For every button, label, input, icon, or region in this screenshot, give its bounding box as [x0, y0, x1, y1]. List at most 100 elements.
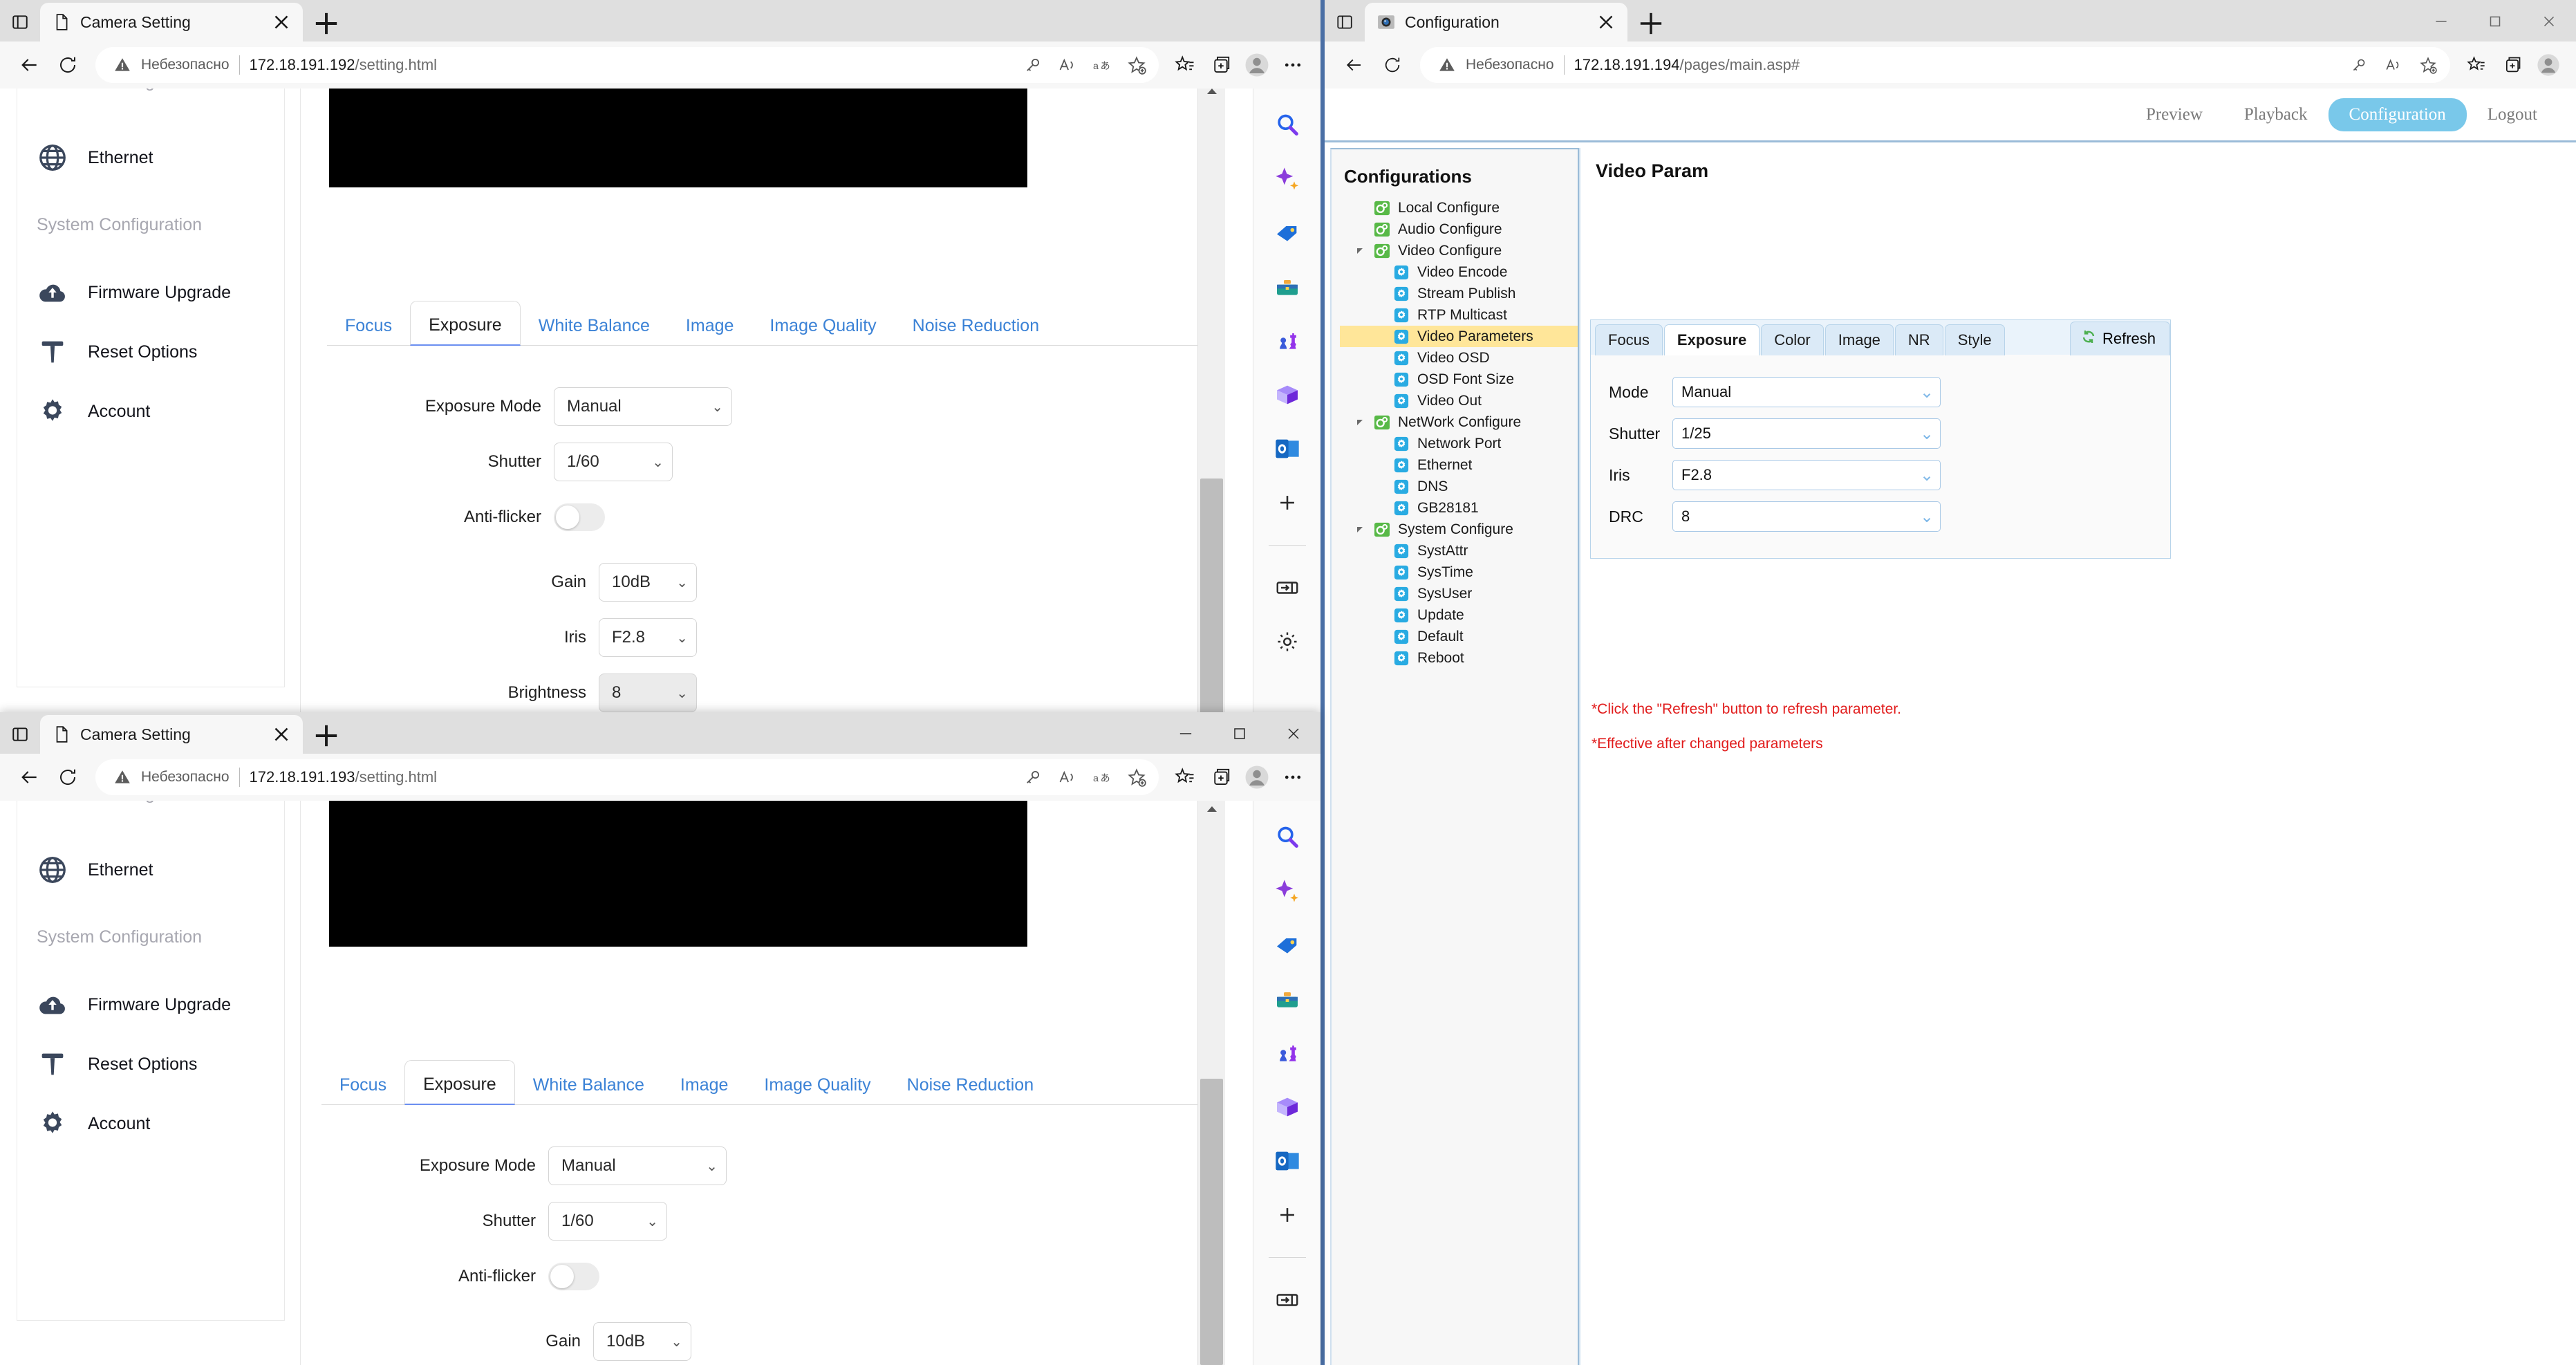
tree-item-local-configure[interactable]: Local Configure [1340, 197, 1578, 219]
sidebar-item-reset-options[interactable]: Reset Options [37, 322, 284, 382]
shopping-tag-icon[interactable] [1269, 214, 1306, 252]
sidebar-item-ethernet[interactable]: Ethernet [37, 128, 284, 187]
brightness-select[interactable]: 8 ⌄ [599, 674, 697, 712]
password-key-icon[interactable] [2344, 50, 2374, 80]
sidebar-item-reset-options[interactable]: Reset Options [37, 1034, 284, 1094]
tools-icon[interactable] [1269, 268, 1306, 306]
tree-item-audio-configure[interactable]: Audio Configure [1340, 219, 1578, 240]
new-tab-icon[interactable] [308, 718, 344, 754]
copilot-icon[interactable] [1269, 160, 1306, 198]
param-tab-style[interactable]: Style [1944, 324, 2005, 355]
param-tab-exposure[interactable]: Exposure [1663, 324, 1760, 355]
tab-noise-reduction[interactable]: Noise Reduction [889, 1066, 1052, 1105]
expand-collapse-icon[interactable] [1355, 247, 1366, 255]
add-sidebar-app-icon[interactable] [1269, 484, 1306, 521]
tree-item-dns[interactable]: DNS [1340, 476, 1578, 497]
tree-item-video-encode[interactable]: Video Encode [1340, 261, 1578, 283]
outlook-icon[interactable] [1269, 430, 1306, 467]
more-options-icon[interactable] [1276, 48, 1309, 82]
search-icon[interactable] [1269, 819, 1306, 856]
nav-logout[interactable]: Logout [2467, 98, 2558, 131]
translate-icon[interactable]: aあ [1087, 50, 1117, 80]
param-tab-color[interactable]: Color [1761, 324, 1824, 355]
minimize-icon[interactable] [2414, 1, 2468, 41]
games-icon[interactable] [1269, 322, 1306, 360]
refresh-icon[interactable] [1374, 47, 1410, 83]
shopping-tag-icon[interactable] [1269, 927, 1306, 964]
expand-collapse-icon[interactable] [1355, 526, 1366, 534]
scrollbar-thumb[interactable] [1200, 1079, 1223, 1365]
translate-icon[interactable]: aあ [1087, 762, 1117, 792]
tab-camera-setting[interactable]: Camera Setting [40, 715, 303, 754]
avatar[interactable] [2532, 48, 2565, 82]
tab-white-balance[interactable]: White Balance [521, 306, 668, 346]
browser-window-configuration[interactable]: Configuration Небезопасно 172.18.191.194… [1320, 0, 2576, 1365]
sidebar-toggle-icon[interactable] [1269, 569, 1306, 606]
collections-icon[interactable] [2460, 48, 2493, 82]
password-key-icon[interactable] [1018, 50, 1048, 80]
split-screen-icon[interactable] [1204, 761, 1238, 794]
sidebar-item-firmware-upgrade[interactable]: Firmware Upgrade [37, 975, 284, 1034]
sidebar-item-account[interactable]: Account [37, 382, 284, 441]
tree-item-network-configure[interactable]: NetWork Configure [1340, 411, 1578, 433]
tab-configuration[interactable]: Configuration [1365, 3, 1627, 41]
office-icon[interactable] [1269, 376, 1306, 414]
avatar[interactable] [1240, 48, 1273, 82]
page-scrollbar-window1[interactable] [1197, 89, 1225, 732]
add-favorite-icon[interactable] [2413, 50, 2443, 80]
param-select-shutter[interactable]: 1/25 ⌄ [1672, 418, 1941, 449]
tree-item-osd-font-size[interactable]: OSD Font Size [1340, 369, 1578, 390]
param-tab-nr[interactable]: NR [1894, 324, 1943, 355]
antiflicker-toggle[interactable] [554, 503, 605, 531]
tree-item-systime[interactable]: SysTime [1340, 561, 1578, 583]
close-window-icon[interactable] [1267, 714, 1320, 754]
split-screen-icon[interactable] [2496, 48, 2529, 82]
sidebar-settings-icon[interactable] [1269, 623, 1306, 660]
close-icon[interactable] [270, 10, 293, 34]
tab-actions-icon[interactable] [1325, 3, 1365, 41]
sidebar-toggle-icon[interactable] [1269, 1281, 1306, 1319]
close-icon[interactable] [1594, 10, 1618, 34]
avatar[interactable] [1240, 761, 1273, 794]
maximize-icon[interactable] [2468, 1, 2522, 41]
gain-select[interactable]: 10dB ⌄ [599, 563, 697, 602]
param-select-iris[interactable]: F2.8 ⌄ [1672, 460, 1941, 490]
tab-focus[interactable]: Focus [321, 1066, 404, 1105]
url-input[interactable]: Небезопасно 172.18.191.192/setting.html … [95, 47, 1159, 83]
collections-icon[interactable] [1168, 48, 1202, 82]
back-icon[interactable] [11, 759, 47, 795]
tree-item-update[interactable]: Update [1340, 604, 1578, 626]
maximize-icon[interactable] [1213, 714, 1267, 754]
gain-select[interactable]: 10dB ⌄ [593, 1322, 691, 1361]
sidebar-item-account[interactable]: Account [37, 1094, 284, 1153]
tree-item-systattr[interactable]: SystAttr [1340, 540, 1578, 561]
office-icon[interactable] [1269, 1088, 1306, 1126]
refresh-icon[interactable] [50, 759, 86, 795]
tab-noise-reduction[interactable]: Noise Reduction [895, 306, 1057, 346]
close-icon[interactable] [270, 723, 293, 746]
exposure-mode-select[interactable]: Manual ⌄ [548, 1146, 727, 1185]
add-favorite-icon[interactable] [1121, 50, 1152, 80]
tab-actions-icon[interactable] [0, 715, 40, 754]
tree-item-video-out[interactable]: Video Out [1340, 390, 1578, 411]
browser-window-camera-192[interactable]: Camera Setting Небезопасно 172.18.191.19… [0, 0, 1320, 732]
back-icon[interactable] [1336, 47, 1372, 83]
add-favorite-icon[interactable] [1121, 762, 1152, 792]
tab-exposure[interactable]: Exposure [410, 301, 521, 346]
param-select-drc[interactable]: 8 ⌄ [1672, 501, 1941, 532]
back-icon[interactable] [11, 47, 47, 83]
password-key-icon[interactable] [1018, 762, 1048, 792]
search-icon[interactable] [1269, 106, 1306, 144]
refresh-button[interactable]: Refresh [2069, 322, 2170, 355]
tree-item-video-osd[interactable]: Video OSD [1340, 347, 1578, 369]
minimize-icon[interactable] [1159, 714, 1213, 754]
collections-icon[interactable] [1168, 761, 1202, 794]
close-window-icon[interactable] [2522, 1, 2576, 41]
nav-configuration[interactable]: Configuration [2328, 98, 2467, 131]
tab-exposure[interactable]: Exposure [404, 1060, 515, 1105]
param-tab-focus[interactable]: Focus [1595, 324, 1663, 355]
copilot-icon[interactable] [1269, 873, 1306, 910]
tree-item-gb28181[interactable]: GB28181 [1340, 497, 1578, 519]
new-tab-icon[interactable] [308, 6, 344, 41]
tab-image-quality[interactable]: Image Quality [746, 1066, 888, 1105]
